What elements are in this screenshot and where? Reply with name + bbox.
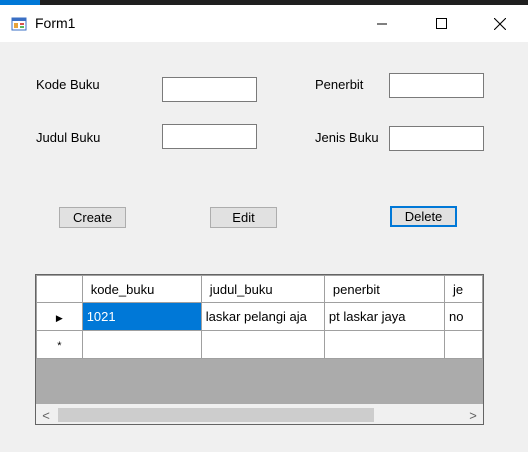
grid-corner-header[interactable] xyxy=(36,275,83,303)
grid-cell-penerbit[interactable] xyxy=(323,330,446,359)
grid-cell-penerbit[interactable]: pt laskar jaya xyxy=(323,302,446,331)
create-button[interactable]: Create xyxy=(59,207,126,228)
column-header-kode-buku[interactable]: kode_buku xyxy=(81,275,202,303)
judul-buku-label: Judul Buku xyxy=(36,130,101,145)
kode-buku-label: Kode Buku xyxy=(36,77,100,92)
column-header-judul-buku[interactable]: judul_buku xyxy=(200,275,325,303)
maximize-button[interactable] xyxy=(418,5,464,42)
new-row[interactable]: * xyxy=(36,330,483,359)
scroll-right-icon[interactable]: > xyxy=(463,405,483,424)
grid-table: kode_buku judul_buku penerbit je ▶ 1021 … xyxy=(36,275,483,359)
jenis-buku-field[interactable] xyxy=(389,126,484,151)
grid-cell-jenis-buku[interactable]: no xyxy=(444,302,483,331)
grid-cell-kode-buku[interactable] xyxy=(81,330,202,359)
window-title: Form1 xyxy=(35,15,76,31)
grid-cell-judul-buku[interactable]: laskar pelangi aja xyxy=(200,302,325,331)
horizontal-scrollbar[interactable]: < > xyxy=(36,404,483,424)
title-bar[interactable]: Form1 xyxy=(0,5,528,42)
new-row-indicator[interactable]: * xyxy=(36,330,83,359)
grid-cell-kode-buku[interactable]: 1021 xyxy=(81,302,202,331)
grid-cell-jenis-buku[interactable] xyxy=(444,330,483,359)
kode-buku-field[interactable] xyxy=(162,77,257,102)
jenis-buku-label: Jenis Buku xyxy=(315,130,379,145)
row-pointer-icon: ▶ xyxy=(55,313,63,323)
scrollbar-thumb[interactable] xyxy=(58,408,374,422)
delete-button[interactable]: Delete xyxy=(390,206,457,227)
column-header-penerbit[interactable]: penerbit xyxy=(323,275,446,303)
close-button[interactable] xyxy=(477,5,523,42)
edit-button[interactable]: Edit xyxy=(210,207,277,228)
maximize-icon xyxy=(435,18,447,29)
current-row-indicator[interactable]: ▶ xyxy=(36,302,83,331)
minimize-button[interactable] xyxy=(359,5,405,42)
winforms-app-icon xyxy=(11,16,27,32)
penerbit-label: Penerbit xyxy=(315,77,364,92)
table-row[interactable]: ▶ 1021 laskar pelangi aja pt laskar jaya… xyxy=(36,302,483,331)
column-header-jenis-buku[interactable]: je xyxy=(444,275,483,303)
penerbit-field[interactable] xyxy=(389,73,484,98)
grid-cell-judul-buku[interactable] xyxy=(200,330,325,359)
close-icon xyxy=(494,17,506,30)
data-grid[interactable]: kode_buku judul_buku penerbit je ▶ 1021 … xyxy=(35,274,484,425)
grid-header-row: kode_buku judul_buku penerbit je xyxy=(36,275,483,303)
new-row-asterisk-icon: * xyxy=(57,340,62,352)
minimize-icon xyxy=(377,23,387,24)
judul-buku-field[interactable] xyxy=(162,124,257,149)
scroll-left-icon[interactable]: < xyxy=(36,405,56,424)
